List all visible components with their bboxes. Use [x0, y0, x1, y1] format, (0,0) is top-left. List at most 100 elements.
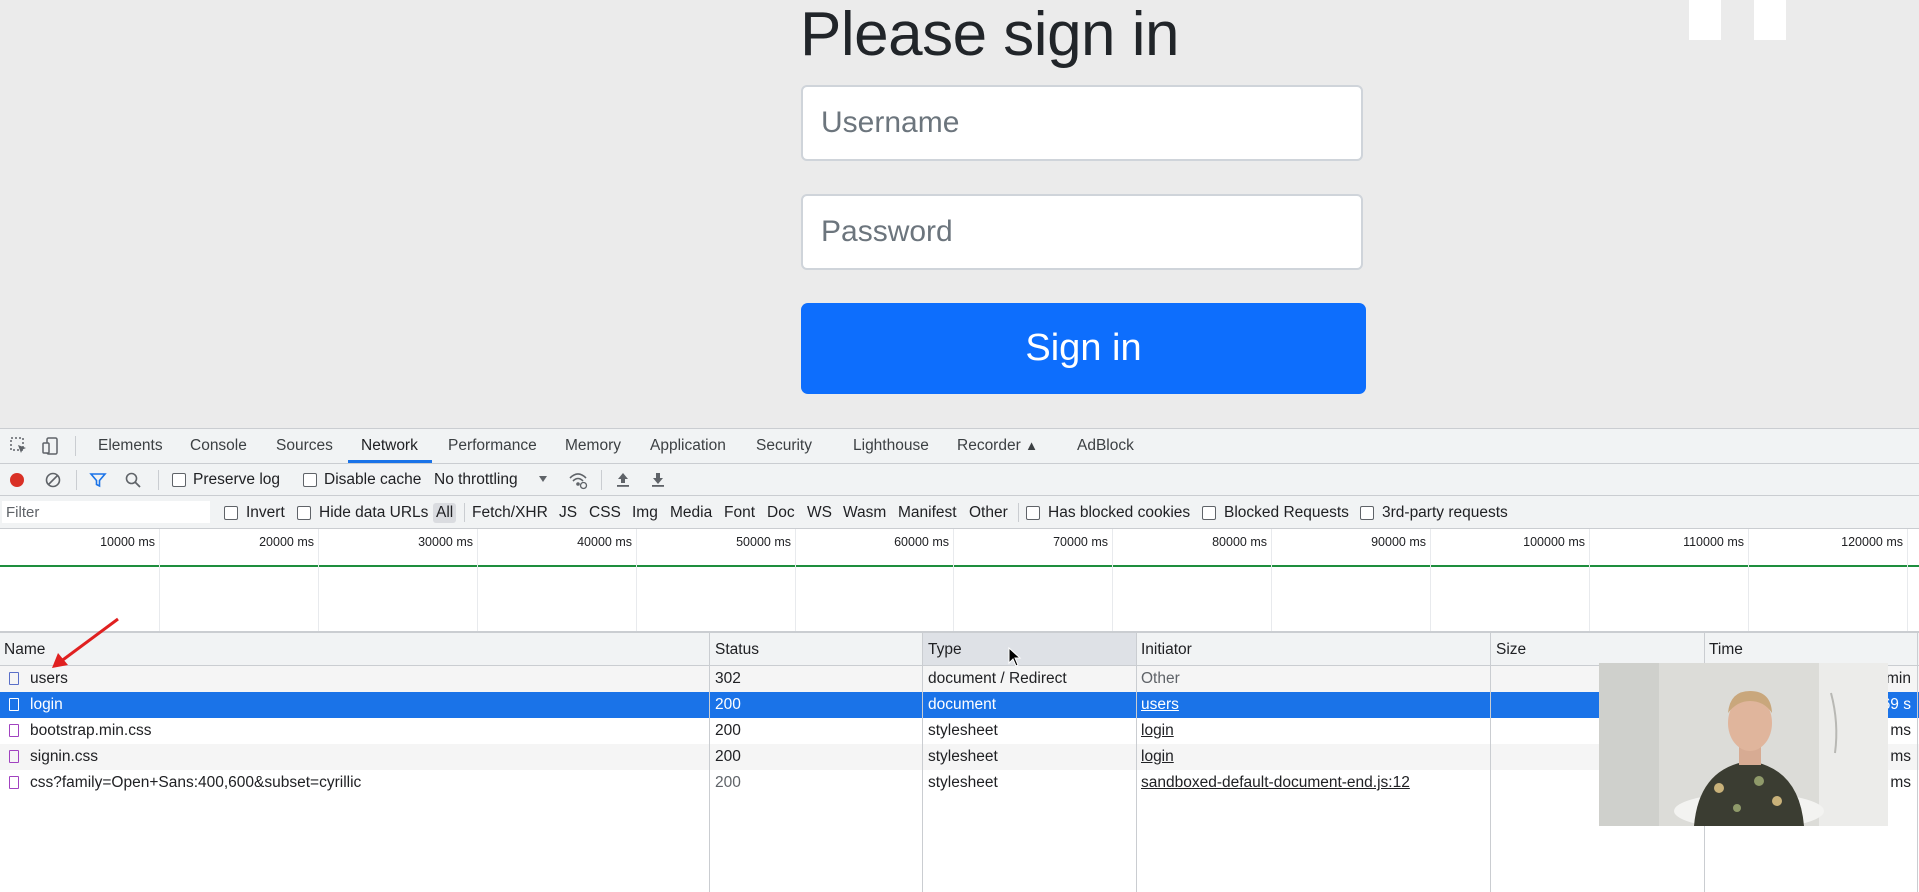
column-name[interactable]: Name	[4, 641, 45, 659]
blocked-requests-checkbox[interactable]	[1202, 506, 1216, 520]
overview-gridline	[1748, 529, 1749, 631]
request-status: 200	[715, 748, 741, 765]
network-conditions-icon[interactable]	[568, 470, 588, 490]
tabbar-divider	[75, 436, 76, 456]
request-initiator-link[interactable]: login	[1141, 748, 1174, 766]
inspect-element-icon[interactable]	[9, 436, 29, 456]
overview-gridline	[1430, 529, 1431, 631]
third-party-label: 3rd-party requests	[1382, 504, 1508, 521]
tab-sources[interactable]: Sources	[276, 437, 333, 455]
has-blocked-cookies-checkbox[interactable]	[1026, 506, 1040, 520]
third-party-checkbox[interactable]	[1360, 506, 1374, 520]
tab-performance[interactable]: Performance	[448, 437, 537, 455]
tab-recorder[interactable]: Recorder ▲	[957, 437, 1038, 455]
page-title: Please sign in	[800, 0, 1180, 69]
flask-icon: ▲	[1025, 438, 1038, 453]
overview-tick-label: 90000 ms	[1371, 535, 1426, 549]
type-filter-img[interactable]: Img	[632, 504, 658, 522]
disable-cache-checkbox[interactable]	[303, 473, 317, 487]
username-field[interactable]	[801, 85, 1363, 161]
tab-console[interactable]: Console	[190, 437, 247, 455]
type-filter-wasm[interactable]: Wasm	[843, 504, 886, 522]
overview-gridline	[159, 529, 160, 631]
clear-icon[interactable]	[44, 471, 62, 489]
request-initiator-link[interactable]: login	[1141, 722, 1174, 740]
export-har-icon[interactable]	[649, 470, 667, 488]
import-har-icon[interactable]	[614, 470, 632, 488]
request-name: users	[30, 670, 68, 687]
tab-security[interactable]: Security	[756, 437, 812, 455]
type-filter-ws[interactable]: WS	[807, 504, 832, 522]
filter-divider	[1018, 503, 1019, 522]
network-toolbar: Preserve log Disable cache No throttling	[0, 464, 1919, 496]
column-divider[interactable]	[1136, 633, 1137, 892]
request-time: min	[1886, 670, 1911, 687]
network-overview[interactable]: 10000 ms 20000 ms 30000 ms 40000 ms 50000 ms…	[0, 529, 1919, 633]
request-initiator-link[interactable]: sandboxed-default-document-end.js:12	[1141, 774, 1410, 792]
overview-gridline	[1907, 529, 1908, 631]
request-name: login	[30, 696, 63, 713]
webpage-viewport: Please sign in Sign in	[0, 0, 1919, 428]
column-divider[interactable]	[1490, 633, 1491, 892]
password-field[interactable]	[801, 194, 1363, 270]
overview-tick-label: 40000 ms	[577, 535, 632, 549]
column-size[interactable]: Size	[1496, 641, 1526, 659]
overview-gridline	[477, 529, 478, 631]
request-name: signin.css	[30, 748, 99, 765]
filter-input[interactable]	[2, 501, 210, 523]
filter-icon[interactable]	[89, 471, 107, 489]
overview-tick-label: 70000 ms	[1053, 535, 1108, 549]
request-type: document / Redirect	[928, 670, 1067, 687]
throttling-select[interactable]: No throttling	[434, 471, 518, 489]
overview-tick-label: 60000 ms	[894, 535, 949, 549]
invert-checkbox[interactable]	[224, 506, 238, 520]
tab-adblock[interactable]: AdBlock	[1077, 437, 1134, 455]
overview-dom-content-line	[0, 565, 1919, 567]
request-time: ms	[1890, 722, 1911, 739]
request-table-header: Name Status Type Initiator Size Time	[0, 633, 1919, 667]
tab-elements[interactable]: Elements	[98, 437, 163, 455]
network-filterbar: Invert Hide data URLs All Fetch/XHR JS C…	[0, 496, 1919, 529]
invert-label: Invert	[246, 504, 285, 521]
preserve-log-label: Preserve log	[193, 471, 281, 488]
tab-application[interactable]: Application	[650, 437, 726, 455]
type-filter-js[interactable]: JS	[559, 504, 577, 522]
request-name: css?family=Open+Sans:400,600&subset=cyri…	[30, 774, 362, 791]
tab-recorder-label: Recorder	[957, 437, 1021, 454]
column-divider[interactable]	[1917, 633, 1918, 892]
hide-data-urls-checkbox[interactable]	[297, 506, 311, 520]
column-type[interactable]: Type	[928, 641, 962, 659]
type-filter-all[interactable]: All	[433, 503, 457, 523]
overview-gridline	[1112, 529, 1113, 631]
annotation-arrow-icon	[52, 617, 119, 668]
type-filter-fetch-xhr[interactable]: Fetch/XHR	[472, 504, 548, 522]
type-filter-manifest[interactable]: Manifest	[898, 504, 957, 522]
column-time[interactable]: Time	[1709, 641, 1743, 659]
request-initiator-link[interactable]: users	[1141, 696, 1179, 714]
column-divider[interactable]	[709, 633, 710, 892]
search-icon[interactable]	[124, 471, 142, 489]
type-filter-css[interactable]: CSS	[589, 504, 621, 522]
type-filter-other[interactable]: Other	[969, 504, 1008, 522]
type-filter-doc[interactable]: Doc	[767, 504, 795, 522]
device-toolbar-icon[interactable]	[41, 436, 61, 456]
request-status: 200	[715, 696, 741, 713]
column-divider[interactable]	[922, 633, 923, 892]
tab-lighthouse[interactable]: Lighthouse	[853, 437, 929, 455]
chevron-down-icon[interactable]	[538, 475, 548, 483]
type-filter-media[interactable]: Media	[670, 504, 712, 522]
stylesheet-icon	[9, 750, 19, 763]
overview-tick-label: 30000 ms	[418, 535, 473, 549]
preserve-log-checkbox[interactable]	[172, 473, 186, 487]
type-filter-font[interactable]: Font	[724, 504, 755, 522]
request-type: stylesheet	[928, 774, 998, 791]
tab-memory[interactable]: Memory	[565, 437, 621, 455]
record-icon[interactable]	[8, 471, 26, 489]
column-status[interactable]: Status	[715, 641, 759, 659]
overview-tick-label: 50000 ms	[736, 535, 791, 549]
hide-data-urls-label: Hide data URLs	[319, 504, 429, 521]
column-initiator[interactable]: Initiator	[1141, 641, 1192, 659]
toolbar-divider	[601, 470, 602, 490]
signin-button[interactable]: Sign in	[801, 303, 1366, 394]
tab-network[interactable]: Network	[361, 437, 418, 455]
